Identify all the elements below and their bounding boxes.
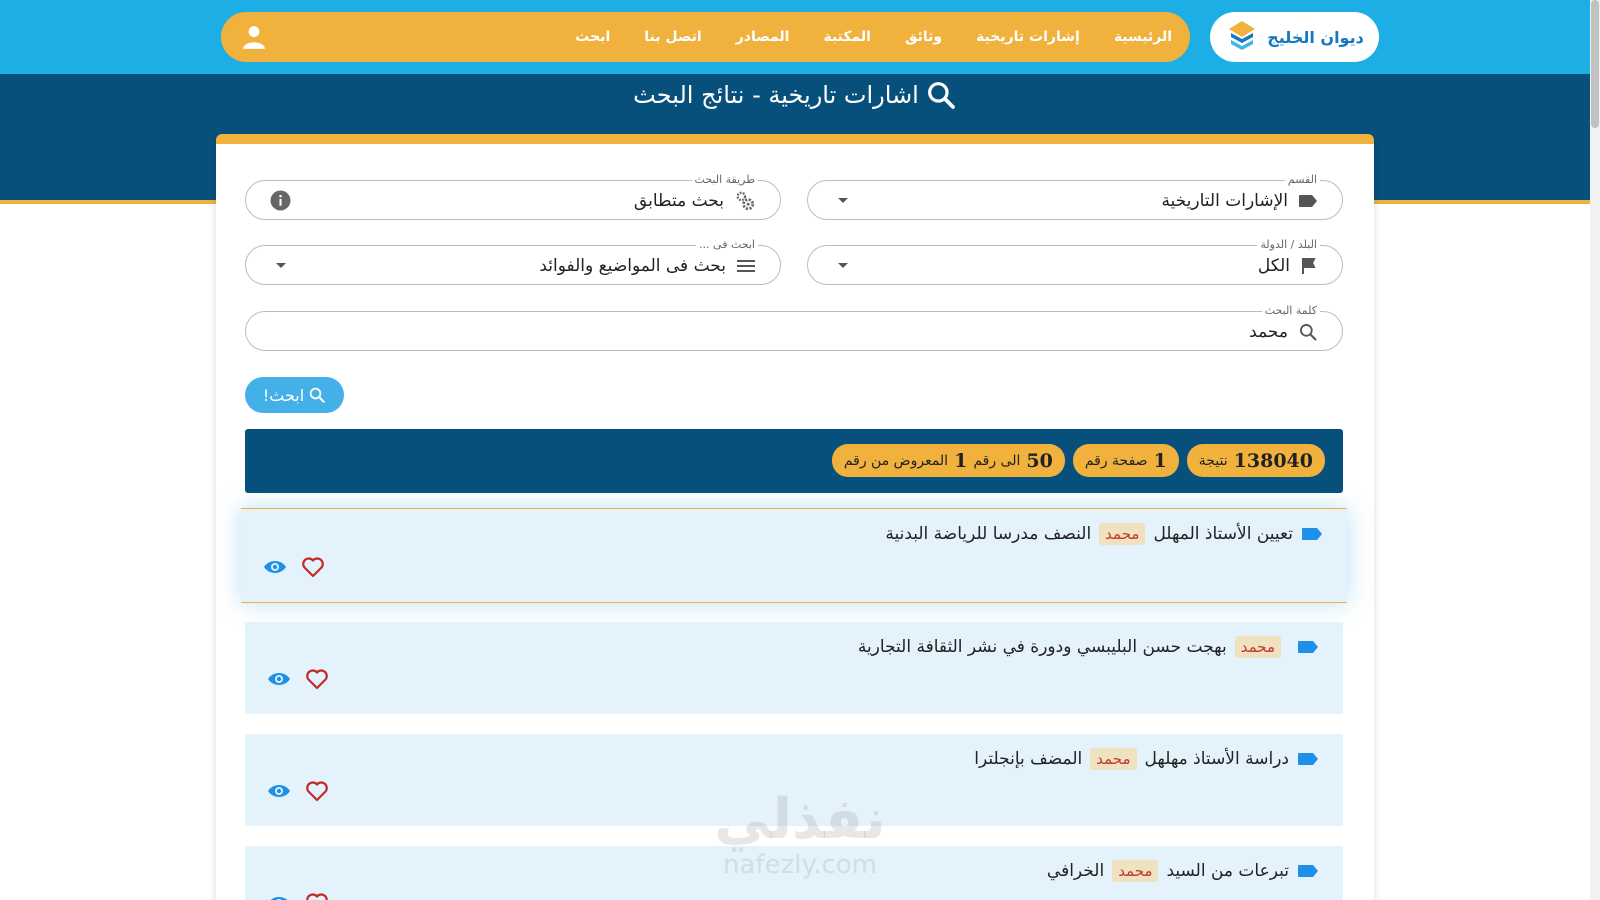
- results-count: 138040: [1233, 449, 1313, 472]
- user-icon[interactable]: [241, 24, 267, 50]
- page-number-label: صفحة رقم: [1084, 452, 1148, 469]
- nav-documents[interactable]: وثائق: [905, 29, 942, 45]
- search-button-label: ابحث!: [262, 385, 305, 405]
- page-number: 1: [1153, 449, 1167, 472]
- heart-icon[interactable]: [301, 556, 325, 578]
- heart-icon[interactable]: [305, 668, 329, 690]
- chevron-down-icon: [276, 263, 286, 268]
- page-title-text: اشارات تاريخية - نتائج البحث: [633, 81, 919, 109]
- info-icon[interactable]: [270, 190, 291, 211]
- search-scope-value: بحث فى المواضيع والفوائد: [539, 256, 726, 276]
- result-title-after[interactable]: النصف مدرسا للرياضة البدنية: [885, 524, 1091, 544]
- eye-icon[interactable]: [263, 556, 287, 578]
- result-title-after[interactable]: بهجت حسن البليبسي ودورة في نشر الثقافة ا…: [858, 637, 1227, 657]
- results-count-label: نتيجة: [1198, 452, 1228, 469]
- range-to: 50: [1026, 449, 1053, 472]
- shown-range-badge: 50 الى رقم 1 المعروض من رقم: [831, 444, 1065, 477]
- nav-home[interactable]: الرئيسية: [1114, 29, 1172, 45]
- page-title: اشارات تاريخية - نتائج البحث: [0, 74, 1590, 116]
- lines-icon: [737, 260, 755, 272]
- result-title-after[interactable]: الخرافي: [1047, 861, 1104, 881]
- result-keyword-highlight: محمد: [1112, 860, 1159, 882]
- search-scope-select[interactable]: ابحث فى ... بحث فى المواضيع والفوائد: [245, 237, 781, 285]
- range-to-label: الى رقم: [973, 452, 1021, 469]
- flag-icon: [1302, 258, 1316, 274]
- book-logo-icon: [1229, 21, 1256, 50]
- nav-search[interactable]: ابحث: [575, 29, 610, 45]
- result-title-before[interactable]: تبرعات من السيد: [1166, 861, 1289, 881]
- site-logo[interactable]: ديوان الخليج: [1210, 12, 1379, 62]
- section-value: الإشارات التاريخية: [1161, 191, 1288, 211]
- search-method-value: بحث متطابق: [633, 191, 724, 211]
- results-stats-bar: 138040 نتيجة 1 صفحة رقم 50 الى رقم 1 الم…: [245, 429, 1343, 493]
- page-scrollbar[interactable]: [1590, 0, 1600, 900]
- result-title-before[interactable]: دراسة الأستاذ مهلهل: [1145, 749, 1290, 769]
- search-card: القسم الإشارات التاريخية طريقة البحث بحث…: [216, 134, 1374, 900]
- search-button[interactable]: ابحث!: [245, 377, 344, 413]
- logo-text: ديوان الخليج: [1267, 27, 1364, 47]
- chevron-down-icon: [838, 198, 848, 203]
- eye-icon[interactable]: [267, 892, 291, 900]
- result-item[interactable]: محمد بهجت حسن البليبسي ودورة في نشر الثق…: [245, 622, 1343, 714]
- search-icon: [309, 387, 325, 403]
- label-icon: [1298, 753, 1318, 765]
- search-icon: [1300, 324, 1317, 341]
- nav-historical-references[interactable]: إشارات تاريخية: [976, 29, 1080, 45]
- range-from: 1: [954, 449, 968, 472]
- result-keyword-highlight: محمد: [1099, 523, 1146, 545]
- chevron-down-icon: [838, 263, 848, 268]
- watermark: نفذلي nafezly.com: [700, 787, 900, 881]
- range-from-label: المعروض من رقم: [843, 452, 949, 469]
- result-keyword-highlight: محمد: [1234, 636, 1281, 658]
- scrollbar-thumb[interactable]: [1591, 0, 1599, 128]
- nav-sources[interactable]: المصادر: [736, 29, 790, 45]
- gears-icon: [736, 191, 755, 211]
- country-select[interactable]: البلد / الدولة الكل: [807, 237, 1343, 285]
- label-icon: [1299, 195, 1317, 207]
- result-title-after[interactable]: المضف بإنجلترا: [974, 749, 1082, 769]
- results-count-badge: 138040 نتيجة: [1186, 444, 1325, 477]
- label-icon: [1298, 865, 1318, 877]
- label-icon: [1298, 641, 1318, 653]
- watermark-url: nafezly.com: [723, 850, 877, 880]
- keyword-value: محمد: [1249, 322, 1288, 342]
- section-select[interactable]: القسم الإشارات التاريخية: [807, 172, 1343, 220]
- nav-library[interactable]: المكتبة: [823, 29, 871, 45]
- search-method-select[interactable]: طريقة البحث بحث متطابق: [245, 172, 781, 220]
- eye-icon[interactable]: [267, 668, 291, 690]
- result-keyword-highlight: محمد: [1090, 748, 1137, 770]
- page-number-badge: 1 صفحة رقم: [1072, 444, 1179, 477]
- keyword-input[interactable]: كلمة البحث محمد: [245, 303, 1343, 351]
- heart-icon[interactable]: [305, 892, 329, 900]
- label-icon: [1302, 528, 1322, 540]
- heart-icon[interactable]: [305, 780, 329, 802]
- result-title-before[interactable]: تعيين الأستاذ المهلل: [1153, 524, 1293, 544]
- result-item[interactable]: تعيين الأستاذ المهلل محمد النصف مدرسا لل…: [241, 508, 1347, 603]
- eye-icon[interactable]: [267, 780, 291, 802]
- country-value: الكل: [1257, 256, 1290, 276]
- nav-contact[interactable]: اتصل بنا: [644, 29, 701, 45]
- watermark-text: نفذلي: [714, 787, 886, 852]
- search-icon: [927, 82, 955, 109]
- main-nav: الرئيسية إشارات تاريخية وثائق المكتبة ال…: [221, 12, 1190, 62]
